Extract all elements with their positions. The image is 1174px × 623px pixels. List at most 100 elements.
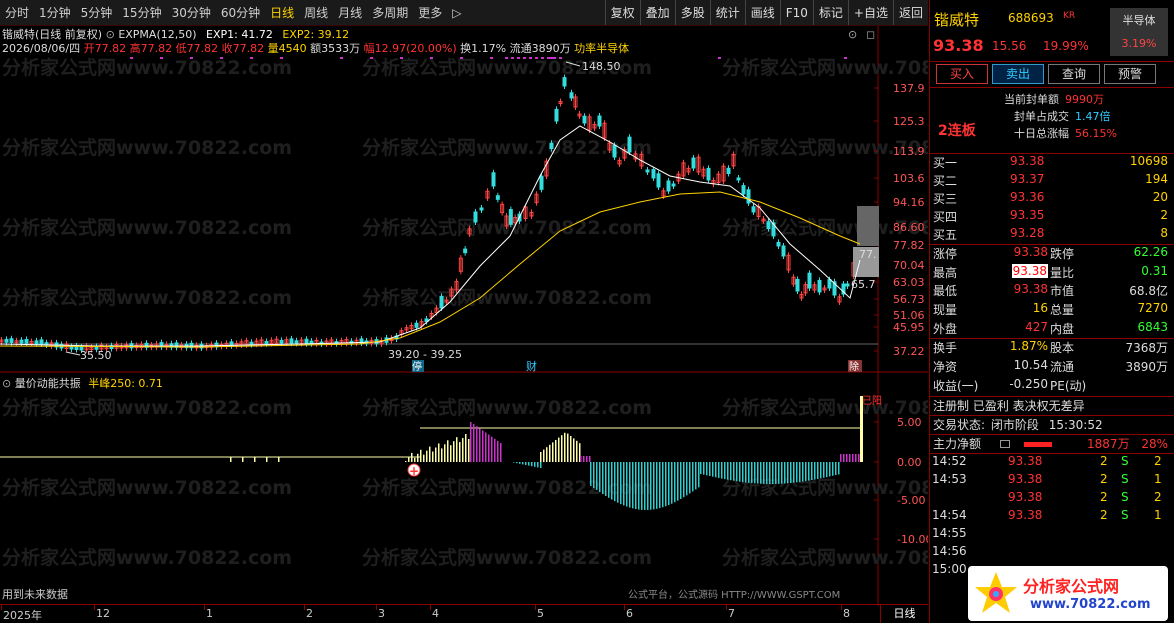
- candle-body[interactable]: [439, 295, 444, 309]
- action-button-1[interactable]: 叠加: [639, 0, 675, 25]
- candle-body[interactable]: [795, 278, 800, 292]
- sub-indicator-name[interactable]: 量价动能共振: [15, 377, 81, 390]
- period-tab-5[interactable]: 60分钟: [216, 0, 265, 26]
- candle-body[interactable]: [495, 195, 500, 200]
- candle-body[interactable]: [19, 339, 24, 344]
- orderbook-row[interactable]: 买二 93.37 194: [930, 172, 1174, 190]
- candle-body[interactable]: [569, 92, 574, 99]
- period-tab-2[interactable]: 5分钟: [76, 0, 118, 26]
- candle-body[interactable]: [549, 142, 554, 150]
- osc-bar: [405, 461, 407, 462]
- candle-body[interactable]: [562, 77, 567, 87]
- candle-body[interactable]: [582, 115, 587, 124]
- candle-body[interactable]: [508, 209, 513, 225]
- bar-sector[interactable]: 功率半导体: [574, 42, 629, 55]
- orderbook-row[interactable]: 买四 93.35 2: [930, 208, 1174, 226]
- orderbook-row[interactable]: 买五 93.28 8: [930, 226, 1174, 244]
- period-tab-daily[interactable]: 日线: [880, 605, 928, 623]
- candle-body[interactable]: [289, 338, 294, 344]
- candle-body[interactable]: [776, 241, 781, 247]
- osc-bar: [602, 462, 604, 495]
- osc-bar: [840, 454, 842, 462]
- candle-body[interactable]: [554, 108, 559, 122]
- candle-body[interactable]: [645, 169, 650, 173]
- candle-body[interactable]: [279, 339, 284, 344]
- action-button-4[interactable]: 画线: [744, 0, 780, 25]
- candle-body[interactable]: [827, 279, 832, 289]
- candle-body[interactable]: [766, 221, 771, 229]
- candle-body[interactable]: [9, 338, 14, 344]
- candle-body[interactable]: [627, 136, 632, 153]
- settings-icon[interactable]: ◻: [866, 28, 875, 41]
- candle-body[interactable]: [491, 172, 496, 187]
- candle-body[interactable]: [736, 177, 741, 181]
- period-tab-8[interactable]: 月线: [333, 0, 367, 26]
- candle-body[interactable]: [666, 180, 671, 192]
- period-tab-6[interactable]: 日线: [265, 0, 299, 26]
- alert-button[interactable]: 预警: [1104, 64, 1156, 84]
- candle-body[interactable]: [539, 175, 544, 190]
- osc-bar: [805, 462, 807, 482]
- candle-body[interactable]: [807, 272, 812, 289]
- kline-svg[interactable]: 分析家公式网www.70822.com 分析家公式网www.70822.com 分析…: [0, 26, 928, 606]
- sell-button[interactable]: 卖出: [992, 64, 1044, 84]
- candle-body[interactable]: [463, 248, 468, 254]
- candle-body[interactable]: [706, 167, 711, 181]
- candle-body[interactable]: [691, 157, 696, 169]
- candle-body[interactable]: [249, 341, 254, 346]
- sub-eye-icon[interactable]: ⊙: [2, 377, 11, 390]
- candle-body[interactable]: [845, 283, 850, 287]
- tick-list[interactable]: 14:52 93.38 2 S 2 14:53 93.38 2 S 1 93.38 2 S 2 14:54 9…: [930, 454, 1174, 580]
- candle-body[interactable]: [781, 245, 786, 257]
- sector-box[interactable]: 半导体 3.19%: [1110, 8, 1168, 56]
- candle-body[interactable]: [746, 189, 751, 204]
- action-button-5[interactable]: F10: [779, 0, 813, 25]
- period-tab-10[interactable]: 更多: [413, 0, 447, 26]
- orderbook-row[interactable]: 买三 93.36 20: [930, 190, 1174, 208]
- candle-body[interactable]: [24, 338, 29, 344]
- candle-body[interactable]: [479, 207, 484, 211]
- candle-body[interactable]: [817, 279, 822, 293]
- candle-body[interactable]: [651, 169, 656, 179]
- query-button[interactable]: 查询: [1048, 64, 1100, 84]
- candle-body[interactable]: [751, 206, 756, 213]
- candle-body[interactable]: [414, 322, 419, 328]
- period-tab-7[interactable]: 周线: [299, 0, 333, 26]
- candle-body[interactable]: [726, 167, 731, 175]
- action-button-2[interactable]: 多股: [674, 0, 710, 25]
- close-icon[interactable]: ⊙: [848, 28, 857, 41]
- candle-body[interactable]: [34, 340, 39, 345]
- list-icon[interactable]: [1000, 439, 1010, 448]
- action-button-7[interactable]: +自选: [847, 0, 893, 25]
- watermark-text: 分析家公式网www.70822.com: [2, 396, 292, 419]
- candle-body[interactable]: [4, 338, 9, 343]
- candle-body[interactable]: [304, 338, 309, 345]
- period-tab-0[interactable]: 分时: [0, 0, 34, 26]
- action-button-3[interactable]: 统计: [709, 0, 745, 25]
- signal-dot: [718, 57, 721, 59]
- candle-body[interactable]: [473, 211, 478, 223]
- candle-body[interactable]: [39, 339, 44, 345]
- candle-body[interactable]: [264, 340, 269, 345]
- action-button-8[interactable]: 返回: [892, 0, 928, 25]
- period-tab-3[interactable]: 15分钟: [117, 0, 166, 26]
- period-tab-4[interactable]: 30分钟: [167, 0, 216, 26]
- period-tab-1[interactable]: 1分钟: [34, 0, 76, 26]
- buy-button[interactable]: 买入: [936, 64, 988, 84]
- candle-body[interactable]: [671, 183, 676, 187]
- candle-body[interactable]: [294, 340, 299, 344]
- candle-body[interactable]: [612, 144, 617, 158]
- candle-body[interactable]: [656, 173, 661, 188]
- action-button-0[interactable]: 复权: [604, 0, 640, 25]
- candle-body[interactable]: [597, 115, 602, 127]
- limit-up-bar[interactable]: [857, 206, 879, 246]
- more-arrow-icon[interactable]: ▷: [447, 0, 466, 26]
- candle-body[interactable]: [741, 185, 746, 195]
- action-button-6[interactable]: 标记: [812, 0, 848, 25]
- osc-bar: [706, 462, 708, 476]
- stat-value-text: 16: [1032, 301, 1048, 316]
- period-tab-9[interactable]: 多周期: [367, 0, 413, 26]
- finance-marker-label[interactable]: 财: [526, 359, 537, 373]
- price-tick-label: 56.73: [893, 293, 925, 306]
- orderbook-row[interactable]: 买一 93.38 10698: [930, 154, 1174, 172]
